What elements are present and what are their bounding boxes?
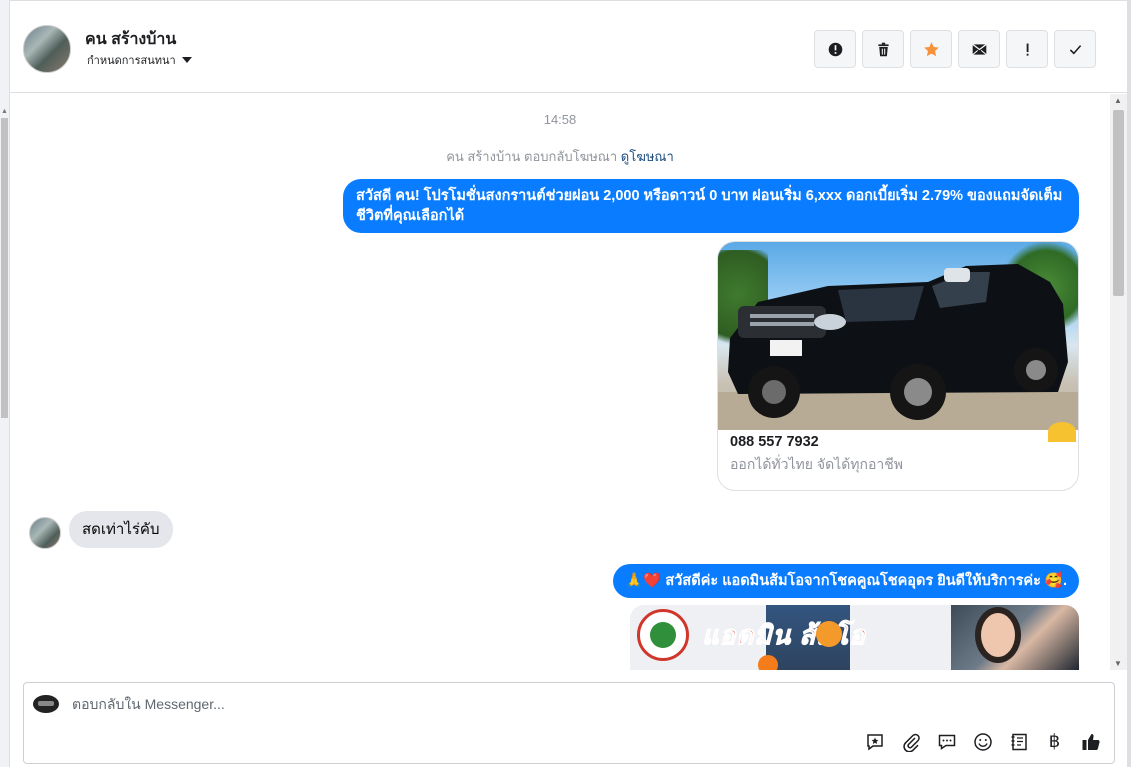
message-thread[interactable]: 14:58 คน สร้างบ้าน ตอบกลับโฆษณา ดูโฆษณา …	[10, 94, 1110, 670]
saved-reply-icon	[866, 733, 883, 750]
emoji-button[interactable]	[971, 730, 994, 753]
exclamation-icon	[1026, 43, 1029, 56]
quick-reply-button[interactable]	[935, 730, 958, 753]
left-scrollbar-thumb[interactable]	[1, 118, 8, 418]
composer-tools: ฿	[863, 730, 1102, 753]
view-ad-link[interactable]: ดูโฆษณา	[621, 149, 674, 164]
follow-up-button[interactable]	[1006, 30, 1048, 68]
paperclip-icon	[902, 733, 920, 752]
header-actions	[814, 30, 1096, 68]
left-scroll-up-arrow[interactable]: ▲	[1, 108, 8, 115]
reply-input[interactable]	[72, 696, 772, 712]
dealer-logo	[637, 609, 689, 661]
conversation-header: คน สร้างบ้าน กำหนดการสนทนา	[10, 0, 1127, 93]
delete-button[interactable]	[862, 30, 904, 68]
notes-button[interactable]	[1007, 730, 1030, 753]
reaction-emoji-icon	[1048, 422, 1076, 442]
admin-photo	[951, 605, 1079, 670]
check-icon	[1069, 44, 1081, 54]
assign-label: กำหนดการสนทนา	[87, 55, 176, 67]
banner-sun-shape	[758, 655, 778, 670]
contact-avatar[interactable]	[23, 25, 71, 73]
assign-conversation-dropdown[interactable]: กำหนดการสนทนา	[87, 51, 192, 69]
card-description: ออกได้ทั่วไทย จัดได้ทุกอาชีพ	[730, 456, 904, 472]
star-icon	[923, 41, 939, 56]
sender-avatar[interactable]	[29, 517, 61, 549]
scrollbar-thumb[interactable]	[1113, 110, 1124, 296]
mark-done-button[interactable]	[1054, 30, 1096, 68]
emoji-icon	[973, 732, 992, 751]
chat-bubble-icon	[938, 734, 955, 750]
admin-face	[981, 613, 1015, 657]
page-avatar	[33, 695, 59, 713]
pickup-truck-illustration	[718, 264, 1078, 430]
mark-spam-button[interactable]	[814, 30, 856, 68]
like-button[interactable]	[1079, 730, 1102, 753]
right-edge	[1127, 0, 1131, 767]
star-button[interactable]	[910, 30, 952, 68]
message-timestamp: 14:58	[543, 112, 577, 127]
ad-reply-notice: คน สร้างบ้าน ตอบกลับโฆษณา ดูโฆษณา	[10, 146, 1110, 167]
ad-card[interactable]: 088 557 7932 ออกได้ทั่วไทย จัดได้ทุกอาชี…	[717, 241, 1079, 491]
truck-photo[interactable]	[718, 242, 1078, 430]
thread-scrollbar[interactable]: ▲ ▼	[1110, 94, 1127, 670]
pomelo-icon	[816, 621, 842, 647]
alert-circle-icon	[828, 42, 842, 56]
envelope-icon	[971, 43, 987, 55]
outgoing-message-2[interactable]: 🙏❤️ สวัสดีค่ะ แอดมินส้มโอจากโชคคูณโชคอุด…	[613, 564, 1079, 598]
scroll-down-arrow[interactable]: ▼	[1114, 659, 1122, 668]
scroll-up-arrow[interactable]: ▲	[1114, 96, 1122, 105]
notes-icon	[1011, 733, 1027, 750]
trash-icon	[877, 42, 889, 56]
admin-banner-image[interactable]: แอดมิน ส้มโอ	[630, 605, 1079, 670]
mark-unread-button[interactable]	[958, 30, 1000, 68]
contact-name[interactable]: คน สร้างบ้าน	[85, 27, 176, 52]
outgoing-message-1[interactable]: สวัสดี คน! โปรโมชั่นสงกรานต์ช่วยผ่อน 2,0…	[343, 179, 1079, 233]
card-phone-number: 088 557 7932	[730, 434, 819, 450]
left-panel-edge: ▲	[0, 0, 10, 767]
incoming-message[interactable]: สดเท่าไร่คับ	[69, 511, 173, 548]
attach-file-button[interactable]	[899, 730, 922, 753]
reply-composer: ฿	[23, 682, 1115, 764]
baht-icon: ฿	[1048, 731, 1061, 752]
caret-down-icon	[181, 57, 192, 63]
payment-button[interactable]: ฿	[1043, 730, 1066, 753]
thumbs-up-icon	[1082, 733, 1100, 750]
saved-replies-button[interactable]	[863, 730, 886, 753]
ad-reply-text: คน สร้างบ้าน ตอบกลับโฆษณา	[446, 149, 618, 164]
